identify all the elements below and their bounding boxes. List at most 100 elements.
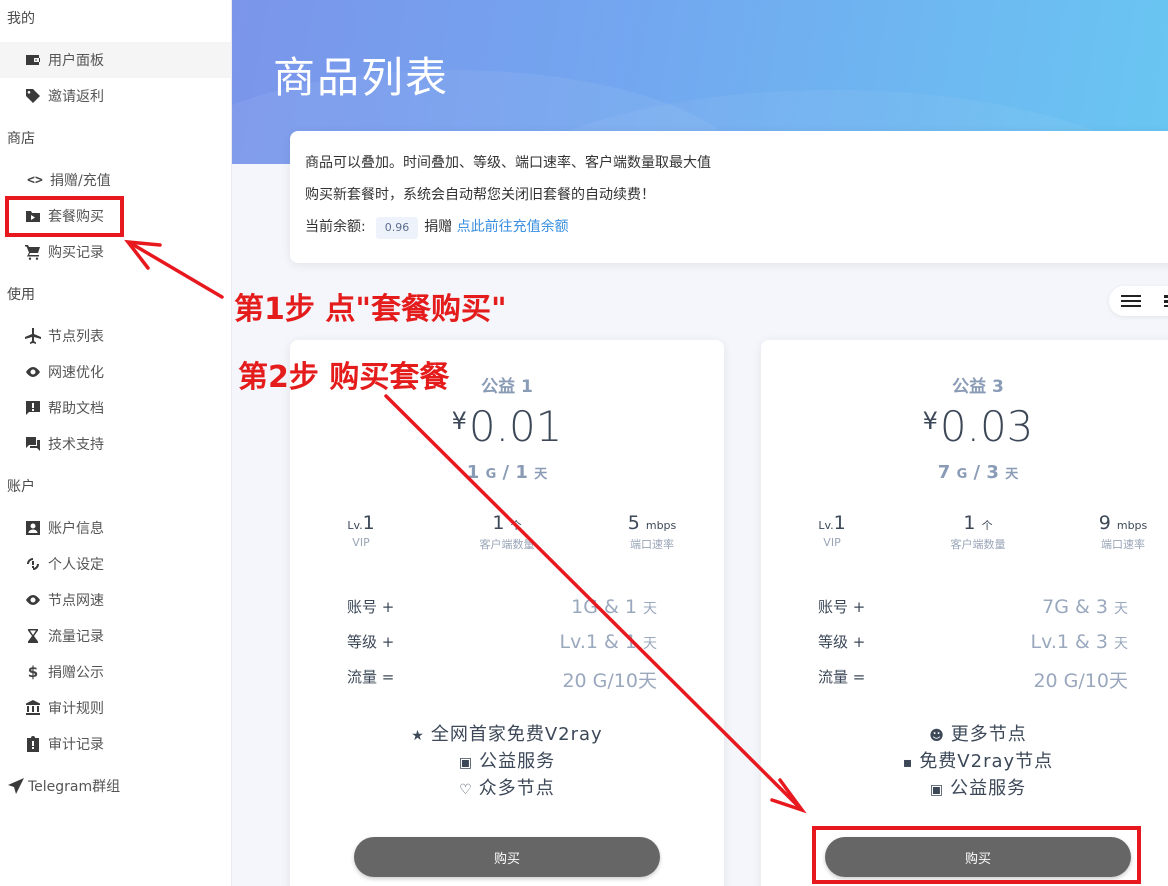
donate-label: 捐赠 [424,219,453,235]
feature-item: ♡ 众多节点 [459,778,555,799]
tag-icon [24,87,42,105]
balance-badge: 0.96 [375,217,419,239]
feature-item: ▣ 公益服务 [929,778,1027,799]
bank-icon [24,699,42,717]
chat-icon [24,435,42,453]
grid-view-icon[interactable] [1164,295,1168,307]
feature-item: ★ 全网首家免费V2ray [411,724,603,745]
send-icon [7,777,25,795]
account-box-icon [24,519,42,537]
airplane-icon [24,327,42,345]
sidebar-item-label: 个人设定 [48,557,104,573]
sidebar-item-label: 购买记录 [48,245,104,261]
feature-item: ▪ 免费V2ray节点 [902,751,1054,772]
sidebar-item-node-list[interactable]: 节点列表 [0,318,231,354]
section-use: 使用 [7,287,35,303]
plan-card: 公益 1 ¥0.01 1 G / 1 天 Lv.1 VIP 1 个客户端数量 5 … [290,340,724,886]
sidebar-item-help-docs[interactable]: 帮助文档 [0,390,231,426]
section-shop: 商店 [7,131,35,147]
sidebar-item-telegram[interactable]: Telegram群组 [0,768,231,804]
sidebar-item-audit-rules[interactable]: 审计规则 [0,690,231,726]
plan-price: ¥0.03 [761,402,1168,451]
highlight-box-sidebar [5,196,124,237]
plan-name: 公益 3 [952,377,1004,397]
notice-line: 商品可以叠加。时间叠加、等级、端口速率、客户端数量取最大值 [305,155,711,171]
wallet-icon [24,51,42,69]
plan-card: 公益 3 ¥0.03 7 G / 3 天 Lv.1 VIP 1 个客户端数量 9 … [761,340,1168,886]
sidebar-item-label: 捐赠/充值 [50,173,111,189]
recharge-link[interactable]: 点此前往充值余额 [457,219,569,235]
stat-level: Lv.1 VIP [347,512,375,549]
formula-level: 等级 + Lv.1 & 3 天 [818,631,1128,653]
sidebar-item-personal-settings[interactable]: 个人设定 [0,546,231,582]
sidebar-item-invite[interactable]: 邀请返利 [0,78,231,114]
stat-speed: 5 mbps 端口速率 [627,512,677,551]
feedback-icon [24,399,42,417]
formula-level: 等级 + Lv.1 & 1 天 [347,631,657,653]
eye-icon [24,363,42,381]
section-account: 账户 [7,479,35,495]
balance-label: 当前余额: [305,219,366,235]
formula-traffic: 流量 = 20 G/10天 [347,668,657,692]
service-icon: ▣ [458,755,474,771]
heart-icon: ♡ [459,782,473,798]
sidebar-item-label: 节点列表 [48,329,104,345]
sidebar-item-label: 技术支持 [48,437,104,453]
formula-account: 账号 +1G & 1 天 [347,596,657,618]
notice-card: 商品可以叠加。时间叠加、等级、端口速率、客户端数量取最大值 购买新套餐时，系统会… [290,131,1168,263]
stat-clients: 1 个客户端数量 [479,512,535,551]
sidebar-item-node-speed[interactable]: 节点网速 [0,582,231,618]
notice-line: 购买新套餐时，系统会自动帮您关闭旧套餐的自动续费！ [305,187,655,203]
highlight-box-buy [812,826,1141,884]
currency-symbol: ¥ [922,407,938,435]
sidebar-item-audit-log[interactable]: 审计记录 [0,726,231,762]
sidebar-item-label: 审计规则 [48,701,104,717]
stat-level: Lv.1 VIP [818,512,846,549]
price-amount: 0.03 [939,402,1034,451]
eye-icon [24,591,42,609]
sidebar-item-label: 网速优化 [48,365,104,381]
sidebar-item-user-panel[interactable]: 用户面板 [0,42,231,78]
sidebar-item-label: 捐赠公示 [48,665,104,681]
sidebar-item-speed-optimize[interactable]: 网速优化 [0,354,231,390]
formula-account: 账号 +7G & 3 天 [818,596,1128,618]
buy-button[interactable]: 购买 [354,837,660,877]
star-icon: ★ [411,728,425,744]
view-toggle[interactable] [1109,286,1168,316]
sidebar-item-account-info[interactable]: 账户信息 [0,510,231,546]
list-view-icon[interactable] [1121,295,1141,307]
code-icon: <> [27,172,43,188]
sidebar-item-label: 帮助文档 [48,401,104,417]
hd-icon: ▪ [902,755,914,771]
sidebar-item-label: 审计记录 [48,737,104,753]
sidebar-item-label: 账户信息 [48,521,104,537]
sidebar-item-donation-public[interactable]: $ 捐赠公示 [0,654,231,690]
price-amount: 0.01 [468,402,563,451]
stat-clients: 1 个客户端数量 [950,512,1006,551]
currency-symbol: ¥ [451,407,467,435]
annotation-step2: 第2步 购买套餐 [238,360,450,395]
sidebar-item-traffic-log[interactable]: 流量记录 [0,618,231,654]
sidebar: 我的 用户面板 邀请返利 商店 <> 捐赠/充值 套餐购买 购买记录 使用 节点… [0,0,232,886]
sidebar-item-label: 用户面板 [48,53,104,69]
cart-icon [24,243,42,261]
annotation-step1: 第1步 点"套餐购买" [234,292,507,327]
formula-traffic: 流量 = 20 G/10天 [818,668,1128,692]
sidebar-item-purchase-history[interactable]: 购买记录 [0,234,231,270]
plan-price: ¥0.01 [290,402,724,451]
plan-period: 7 G / 3 天 [937,462,1019,483]
plan-period: 1 G / 1 天 [466,462,548,483]
feature-item: ▣ 公益服务 [458,751,556,772]
clipboard-alert-icon [24,735,42,753]
dollar-icon: $ [27,663,39,681]
sidebar-item-donate[interactable]: <> 捐赠/充值 [0,162,231,198]
page-title: 商品列表 [273,53,450,102]
stat-speed: 9 mbps 端口速率 [1098,512,1148,551]
service-icon: ▣ [929,782,945,798]
feature-item: ☻ 更多节点 [929,724,1027,745]
balance-row: 当前余额: 0.96 捐赠 点此前往充值余额 [305,217,1168,249]
section-mine: 我的 [7,11,35,27]
face-icon: ☻ [929,728,945,744]
sidebar-item-tech-support[interactable]: 技术支持 [0,426,231,462]
sidebar-item-label: 流量记录 [48,629,104,645]
